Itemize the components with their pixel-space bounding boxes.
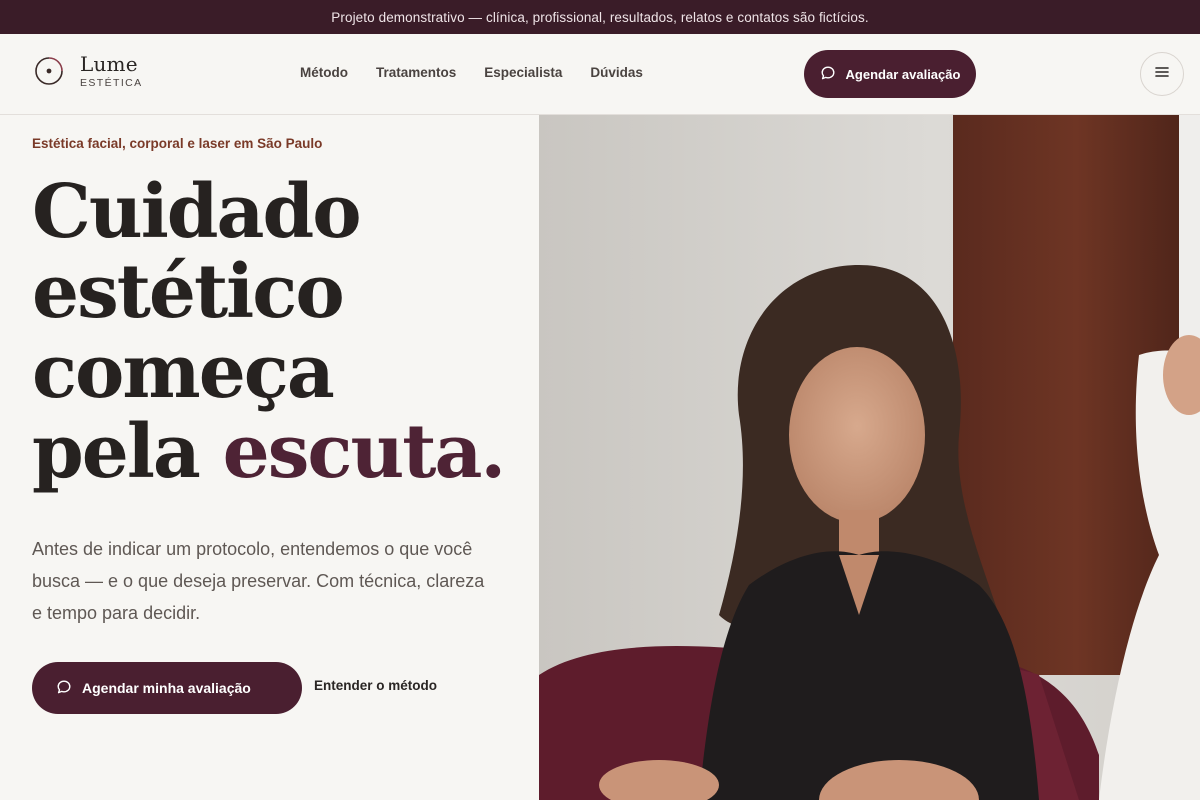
demo-notice-bar: Projeto demonstrativo — clínica, profiss… — [0, 0, 1200, 34]
hero-headline: Cuidado estético começa pela escuta. — [32, 169, 506, 495]
schedule-evaluation-button[interactable]: Agendar avaliação — [804, 50, 976, 98]
chat-bubble-icon — [56, 679, 72, 698]
demo-notice-text: Projeto demonstrativo — clínica, profiss… — [331, 9, 869, 25]
hero-lead: Antes de indicar um protocolo, entendemo… — [32, 539, 485, 623]
hero-eyebrow: Estética facial, corporal e laser em São… — [32, 136, 323, 151]
brand-tagline: ESTÉTICA — [80, 77, 143, 89]
headline-line-2: estético — [32, 249, 345, 335]
nav-item-tratamentos[interactable]: Tratamentos — [376, 65, 456, 80]
menu-button[interactable] — [1140, 52, 1184, 96]
hamburger-menu-icon — [1153, 63, 1171, 86]
hero-schedule-label: Agendar minha avaliação — [82, 680, 251, 696]
brand-name: Lume — [80, 52, 138, 76]
hero-photo — [539, 115, 1200, 800]
schedule-evaluation-label: Agendar avaliação — [845, 66, 961, 82]
nav-item-metodo[interactable]: Método — [300, 65, 348, 80]
nav-item-duvidas[interactable]: Dúvidas — [590, 65, 643, 80]
brand-logo[interactable]: Lume ESTÉTICA — [34, 54, 143, 89]
main-nav: Método Tratamentos Especialista Dúvidas — [300, 65, 643, 80]
nav-item-especialista[interactable]: Especialista — [484, 65, 562, 80]
headline-line-4: pela — [32, 409, 223, 495]
headline-accent: escuta. — [222, 409, 506, 495]
chat-bubble-icon — [820, 65, 836, 84]
hero-schedule-button[interactable]: Agendar minha avaliação — [32, 662, 302, 714]
learn-method-link[interactable]: Entender o método — [314, 678, 437, 693]
headline-line-3: começa — [32, 329, 335, 415]
site-header: Lume ESTÉTICA Método Tratamentos Especia… — [0, 34, 1200, 115]
headline-line-1: Cuidado — [32, 169, 362, 255]
circle-logo-icon — [34, 56, 64, 86]
